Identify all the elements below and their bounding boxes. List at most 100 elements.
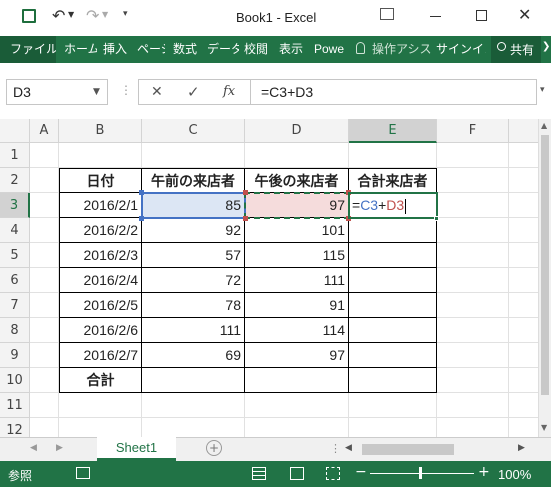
zoom-out-icon[interactable]: − [355, 464, 367, 480]
grid-cell[interactable] [30, 193, 59, 218]
row-header-11[interactable]: 11 [0, 393, 30, 418]
cell-b2[interactable]: 日付 [59, 168, 142, 193]
row-header-9[interactable]: 9 [0, 343, 30, 368]
grid-cell[interactable] [437, 418, 509, 437]
column-header-f[interactable]: F [437, 119, 509, 143]
grid-cell[interactable] [437, 318, 509, 343]
fill-handle[interactable] [434, 216, 439, 221]
cell-c2[interactable]: 午前の来店者 [142, 168, 245, 193]
grid-cell[interactable] [437, 268, 509, 293]
row-header-3[interactable]: 3 [0, 193, 30, 218]
save-icon[interactable] [22, 9, 36, 23]
tab-page-layout[interactable]: ページ [137, 36, 165, 63]
grid-cell[interactable] [30, 218, 59, 243]
grid-cell[interactable] [30, 418, 59, 437]
cell-c4[interactable]: 92 [142, 218, 245, 243]
grid-cell[interactable] [437, 218, 509, 243]
cell-d10[interactable] [245, 368, 349, 393]
add-sheet-icon[interactable]: + [206, 440, 222, 456]
sheet-tab-sheet1[interactable]: Sheet1 [97, 437, 176, 461]
grid-cell[interactable] [509, 418, 538, 437]
ribbon-display-options-icon[interactable] [380, 8, 394, 20]
row-header-8[interactable]: 8 [0, 318, 30, 343]
cell-e8[interactable] [349, 318, 437, 343]
prev-sheet-icon[interactable]: ◀ [30, 443, 37, 453]
horizontal-scroll-thumb[interactable] [362, 444, 454, 455]
insert-function-icon[interactable]: fx [223, 84, 235, 99]
row-header-10[interactable]: 10 [0, 368, 30, 393]
grid-cell[interactable] [59, 143, 142, 168]
grid-cell[interactable] [142, 143, 245, 168]
tab-formulas[interactable]: 数式 [173, 36, 201, 63]
grid-cell[interactable] [30, 143, 59, 168]
grid-cell[interactable] [509, 193, 538, 218]
grid-cell[interactable] [30, 243, 59, 268]
grid-cell[interactable] [437, 193, 509, 218]
cell-e10[interactable] [349, 368, 437, 393]
grid-cell[interactable] [59, 418, 142, 437]
grid-cell[interactable] [30, 318, 59, 343]
tab-home[interactable]: ホーム [64, 36, 97, 63]
column-header-g[interactable] [509, 119, 538, 143]
grid-cell[interactable] [59, 393, 142, 418]
tab-file[interactable]: ファイル [0, 36, 56, 63]
grid-cell[interactable] [437, 343, 509, 368]
cell-d6[interactable]: 111 [245, 268, 349, 293]
grid-cell[interactable] [30, 168, 59, 193]
page-layout-view-icon[interactable] [290, 467, 304, 480]
cell-b7[interactable]: 2016/2/5 [59, 293, 142, 318]
page-break-view-icon[interactable] [326, 467, 340, 480]
row-header-7[interactable]: 7 [0, 293, 30, 318]
cancel-icon[interactable]: ✕ [151, 84, 163, 100]
cell-c10[interactable] [142, 368, 245, 393]
cell-d7[interactable]: 91 [245, 293, 349, 318]
grid-cell[interactable] [509, 218, 538, 243]
grid-cell[interactable] [142, 393, 245, 418]
zoom-slider-thumb[interactable] [419, 467, 422, 479]
grid-cell[interactable] [349, 418, 437, 437]
tab-review[interactable]: 校閲 [244, 36, 272, 63]
share-button[interactable]: 共有 [491, 36, 541, 63]
cell-d9[interactable]: 97 [245, 343, 349, 368]
scroll-up-icon[interactable]: ▲ [541, 121, 547, 130]
cell-b3[interactable]: 2016/2/1 [59, 193, 142, 218]
name-box[interactable]: D3 ▼ [6, 79, 108, 105]
normal-view-icon[interactable] [252, 467, 266, 480]
zoom-level[interactable]: 100% [498, 467, 531, 482]
cell-e9[interactable] [349, 343, 437, 368]
name-box-dropdown-icon[interactable]: ▼ [93, 87, 100, 97]
grid-cell[interactable] [30, 368, 59, 393]
customize-qat-icon[interactable]: ▾ [123, 9, 128, 19]
grid-cell[interactable] [509, 243, 538, 268]
close-icon[interactable]: ✕ [518, 5, 531, 24]
grid-cell[interactable] [437, 368, 509, 393]
grid-cell[interactable] [437, 293, 509, 318]
column-header-e[interactable]: E [349, 119, 437, 143]
column-header-d[interactable]: D [245, 119, 349, 143]
cell-e6[interactable] [349, 268, 437, 293]
cell-d8[interactable]: 114 [245, 318, 349, 343]
cell-c5[interactable]: 57 [142, 243, 245, 268]
grid-cell[interactable] [437, 168, 509, 193]
grid-cell[interactable] [509, 343, 538, 368]
grid-cell[interactable] [509, 368, 538, 393]
cell-e2[interactable]: 合計来店者 [349, 168, 437, 193]
row-header-2[interactable]: 2 [0, 168, 30, 193]
scroll-down-icon[interactable]: ▼ [541, 423, 547, 432]
cell-c7[interactable]: 78 [142, 293, 245, 318]
column-header-a[interactable]: A [30, 119, 59, 143]
tab-data[interactable]: データ [207, 36, 239, 63]
next-sheet-icon[interactable]: ▶ [56, 443, 63, 453]
grid-cell[interactable] [437, 243, 509, 268]
grid-cell[interactable] [509, 143, 538, 168]
cell-d5[interactable]: 115 [245, 243, 349, 268]
vertical-scrollbar[interactable]: ▲ ▼ [538, 119, 551, 437]
column-header-b[interactable]: B [59, 119, 142, 143]
tab-insert[interactable]: 挿入 [103, 36, 131, 63]
tell-me-box[interactable]: 操作アシス [372, 36, 434, 63]
grid-cell[interactable] [509, 393, 538, 418]
grid-cell[interactable] [349, 393, 437, 418]
cell-b10[interactable]: 合計 [59, 368, 142, 393]
hscroll-right-icon[interactable]: ▶ [518, 443, 525, 453]
tab-view[interactable]: 表示 [279, 36, 307, 63]
